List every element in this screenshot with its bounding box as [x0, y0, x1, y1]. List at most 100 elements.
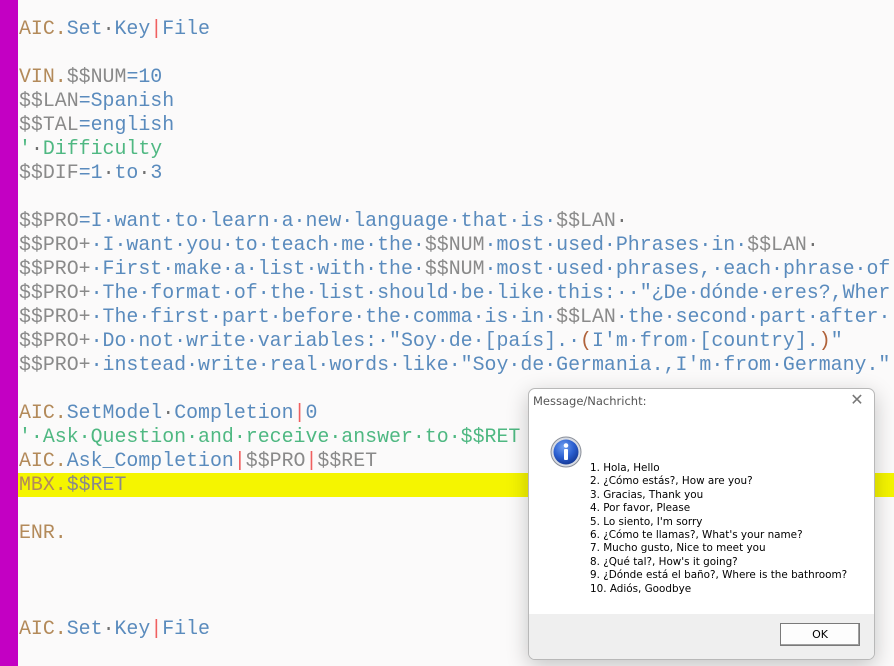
- code-token: AIC.: [19, 449, 67, 472]
- code-line[interactable]: [19, 185, 894, 209]
- code-token: ·: [102, 617, 115, 640]
- code-token: ·: [806, 233, 819, 256]
- code-token: =english: [78, 113, 175, 136]
- code-line[interactable]: $$DIF=1·to·3: [19, 161, 894, 185]
- code-line[interactable]: $$PRO+·I·want·you·to·teach·me·the·$$NUM·…: [19, 233, 894, 257]
- code-token: $$PRO+: [19, 233, 91, 256]
- code-token: File: [162, 617, 210, 640]
- code-token: 0: [305, 401, 318, 424]
- code-token: =I·want·to·learn·a·new·language·that·is·: [78, 209, 557, 232]
- code-token: ·The·first·part·before·the·comma·is·in·: [90, 305, 557, 328]
- code-token: Key: [114, 17, 151, 40]
- code-token: $$PRO+: [19, 329, 91, 352]
- code-token: $$PRO: [19, 209, 79, 232]
- code-token: ·instead·write·real·words·like·"Soy·de·G…: [90, 353, 891, 376]
- dialog-message: 1. Hola, Hello 2. ¿Cómo estás?, How are y…: [590, 462, 847, 596]
- message-line: 5. Lo siento, I'm sorry: [590, 515, 703, 528]
- dialog-title: Message/Nachricht:: [533, 394, 647, 408]
- code-token: ·: [138, 161, 151, 184]
- code-line[interactable]: $$TAL=english: [19, 113, 894, 137]
- code-token: File: [162, 17, 210, 40]
- code-token: |: [233, 449, 246, 472]
- code-line[interactable]: '·Difficulty: [19, 137, 894, 161]
- message-line: 2. ¿Cómo estás?, How are you?: [590, 475, 753, 488]
- close-icon[interactable]: ✕: [849, 392, 865, 408]
- editor-gutter: [0, 0, 18, 666]
- code-token: $$RET: [66, 473, 127, 496]
- code-token: SetModel: [66, 401, 163, 424]
- code-line[interactable]: $$LAN=Spanish: [19, 89, 894, 113]
- code-token: $$NUM: [424, 233, 485, 256]
- message-line: 3. Gracias, Thank you: [590, 488, 704, 501]
- code-token: |: [150, 617, 163, 640]
- code-token: AIC.: [19, 401, 67, 424]
- code-token: ·most·used·phrases,·each·phrase·of: [484, 257, 891, 280]
- message-line: 4. Por favor, Please: [590, 502, 691, 515]
- code-token: ": [830, 329, 843, 352]
- code-token: $$LAN: [19, 89, 79, 112]
- message-line: 1. Hola, Hello: [590, 462, 660, 474]
- code-token: |: [305, 449, 318, 472]
- code-token: AIC.: [19, 17, 67, 40]
- code-token: $$PRO+: [19, 305, 91, 328]
- code-token: $$LAN: [556, 305, 616, 328]
- code-token: ): [818, 329, 831, 352]
- code-token: ·: [30, 137, 43, 160]
- code-token: $$LAN: [747, 233, 807, 256]
- code-token: ENR.: [19, 521, 67, 544]
- code-token: MBX.: [19, 473, 67, 496]
- code-token: Key: [114, 617, 151, 640]
- code-line[interactable]: $$PRO+·The·format·of·the·list·should·be·…: [19, 281, 894, 305]
- code-token: ·most·used·Phrases·in·: [484, 233, 748, 256]
- message-line: 9. ¿Dónde está el baño?, Where is the ba…: [590, 569, 848, 582]
- code-token: ·I·want·you·to·teach·me·the·: [90, 233, 425, 256]
- code-line[interactable]: $$PRO+·instead·write·real·words·like·"So…: [19, 353, 894, 377]
- code-token: $$LAN: [556, 209, 616, 232]
- code-token: =10: [126, 65, 163, 88]
- message-line: 6. ¿Cómo te llamas?, What's your name?: [590, 529, 803, 542]
- code-line[interactable]: $$PRO+·Do·not·write·variables:·"Soy·de·[…: [19, 329, 894, 353]
- code-token: $$NUM: [424, 257, 485, 280]
- message-line: 7. Mucho gusto, Nice to meet you: [590, 542, 766, 555]
- code-line[interactable]: $$PRO+·The·first·part·before·the·comma·i…: [19, 305, 894, 329]
- code-token: $$TAL: [19, 113, 79, 136]
- ok-button[interactable]: OK: [780, 623, 860, 646]
- code-token: Set: [66, 617, 103, 640]
- code-token: '·Ask·Question·and·receive·answer·to·$$R…: [19, 425, 521, 448]
- code-token: ·: [162, 401, 175, 424]
- code-line[interactable]: $$PRO=I·want·to·learn·a·new·language·tha…: [19, 209, 894, 233]
- code-token: $$PRO: [245, 449, 306, 472]
- code-line[interactable]: VIN.$$NUM=10: [19, 65, 894, 89]
- code-token: ·First·make·a·list·with·the·: [90, 257, 425, 280]
- message-dialog: Message/Nachricht: ✕ 1. Hola, Hello 2. ¿C…: [528, 388, 875, 660]
- code-token: ·: [615, 209, 628, 232]
- code-token: VIN.: [19, 65, 67, 88]
- code-token: $$PRO+: [19, 353, 91, 376]
- code-token: Difficulty: [42, 137, 163, 160]
- message-line: 8. ¿Qué tal?, How's it going?: [590, 555, 738, 568]
- code-line[interactable]: [19, 41, 894, 65]
- code-token: Set: [66, 17, 103, 40]
- code-token: Ask_Completion: [66, 449, 234, 472]
- code-token: $$PRO+: [19, 281, 91, 304]
- code-token: AIC.: [19, 617, 67, 640]
- code-token: $$PRO+: [19, 257, 91, 280]
- code-line[interactable]: AIC.Set·Key|File: [19, 17, 894, 41]
- code-token: ·Do·not·write·variables:·"Soy·de·[país].…: [90, 329, 581, 352]
- code-token: |: [293, 401, 306, 424]
- code-token: I'm·from·[country].: [591, 329, 819, 352]
- code-token: ·: [102, 161, 115, 184]
- code-token: 3: [150, 161, 163, 184]
- code-token: ·: [102, 17, 115, 40]
- code-token: =1: [78, 161, 103, 184]
- code-token: $$NUM: [66, 65, 127, 88]
- code-token: ·The·format·of·the·list·should·be·like·t…: [90, 281, 891, 304]
- code-token: ': [19, 137, 31, 160]
- message-line: 10. Adiós, Goodbye: [590, 582, 692, 595]
- dialog-footer: OK: [529, 614, 874, 659]
- code-token: to: [114, 161, 139, 184]
- code-token: ·the·second·part·after·: [615, 305, 891, 328]
- info-icon: [550, 436, 582, 468]
- code-token: =Spanish: [78, 89, 175, 112]
- code-line[interactable]: $$PRO+·First·make·a·list·with·the·$$NUM·…: [19, 257, 894, 281]
